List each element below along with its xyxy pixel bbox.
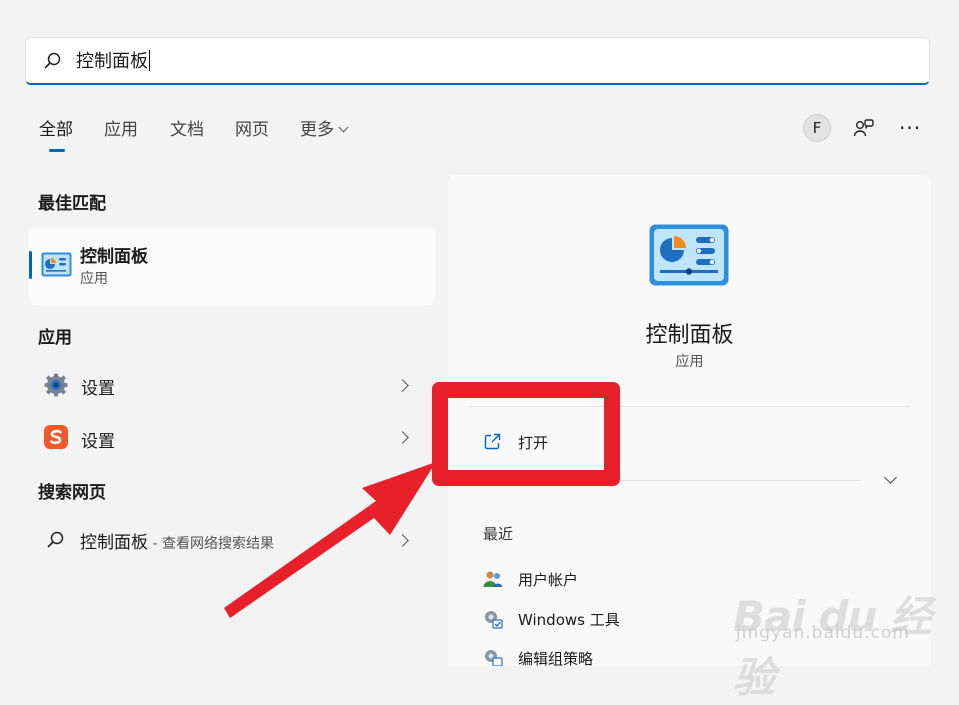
watermark-logo: Bai du 经验 (733, 592, 932, 702)
watermark-url: jingyan.baidu.com (736, 623, 910, 643)
annotation-arrow (224, 462, 436, 618)
